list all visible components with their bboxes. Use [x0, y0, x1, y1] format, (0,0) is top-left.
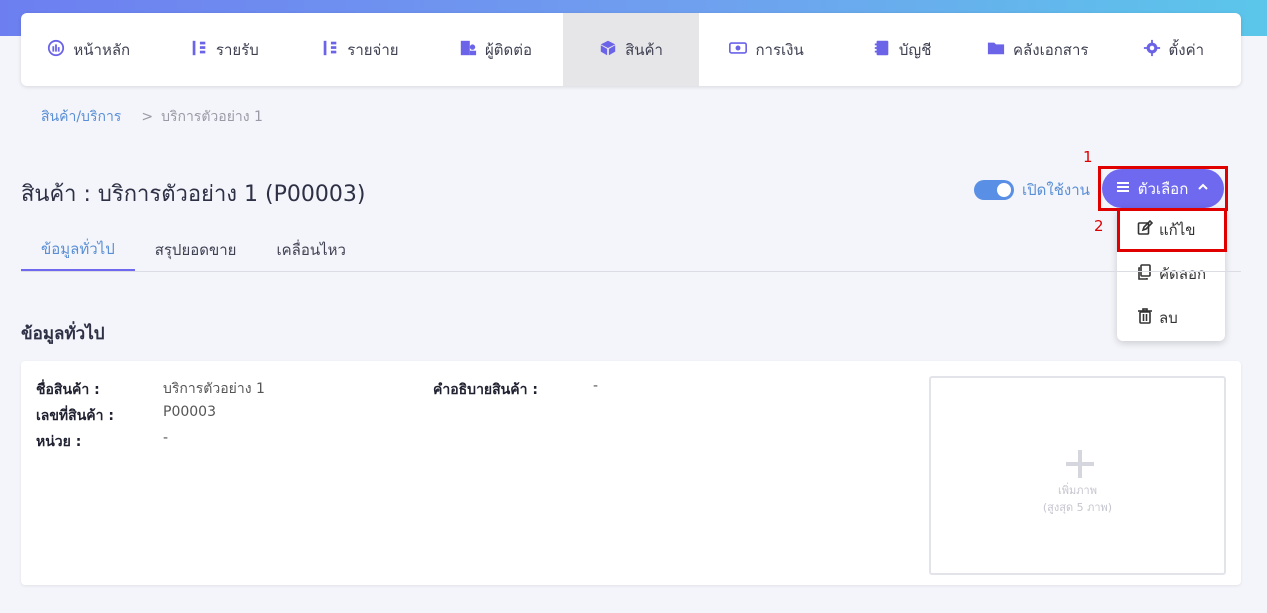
nav-label: รายจ่าย — [347, 40, 399, 59]
book-icon — [873, 39, 891, 61]
annotation-step-1: 1 — [1083, 148, 1093, 166]
breadcrumb: สินค้า/บริการ > บริการตัวอย่าง 1 — [41, 106, 263, 128]
money-icon — [729, 39, 748, 61]
main-navbar: หน้าหลัก รายรับ รายจ่าย ผู้ติดต่อ สินค้า… — [21, 13, 1241, 86]
breadcrumb-current: บริการตัวอย่าง 1 — [161, 109, 263, 125]
product-code-label: เลขที่สินค้า : — [36, 408, 114, 424]
dropdown-item-delete[interactable]: ลบ — [1117, 298, 1225, 338]
breadcrumb-separator: > — [141, 109, 154, 125]
product-description-label: คำอธิบายสินค้า : — [433, 382, 538, 398]
nav-label: การเงิน — [755, 40, 804, 59]
nav-item-dashboard[interactable]: หน้าหลัก — [21, 13, 157, 86]
nav-label: คลังเอกสาร — [1013, 40, 1089, 59]
options-button-label: ตัวเลือก — [1137, 179, 1189, 198]
add-image-limit: (สูงสุด 5 ภาพ) — [1042, 501, 1113, 514]
plus-icon — [1066, 450, 1094, 478]
income-icon — [190, 39, 208, 61]
active-toggle[interactable] — [974, 180, 1014, 200]
expense-icon — [321, 39, 339, 61]
product-unit-label: หน่วย : — [36, 434, 82, 450]
nav-item-documents[interactable]: คลังเอกสาร — [970, 13, 1106, 86]
contacts-icon — [459, 39, 477, 61]
dashboard-icon — [47, 39, 65, 61]
add-image-label: เพิ่มภาพ — [1058, 484, 1097, 497]
page-title: สินค้า : บริการตัวอย่าง 1 (P00003) — [21, 182, 366, 207]
nav-item-expense[interactable]: รายจ่าย — [292, 13, 428, 86]
folder-icon — [987, 39, 1005, 61]
active-toggle-group: เปิดใช้งาน — [974, 178, 1090, 202]
nav-item-contacts[interactable]: ผู้ติดต่อ — [428, 13, 564, 86]
nav-label: ผู้ติดต่อ — [484, 40, 532, 59]
chevron-up-icon — [1196, 180, 1210, 198]
trash-icon — [1137, 308, 1153, 328]
nav-item-settings[interactable]: ตั้งค่า — [1106, 13, 1242, 86]
product-details-card: ชื่อสินค้า : บริการตัวอย่าง 1 เลขที่สินค… — [21, 361, 1241, 585]
product-name-value: บริการตัวอย่าง 1 — [163, 381, 265, 397]
active-toggle-label: เปิดใช้งาน — [1022, 181, 1090, 199]
tab-sales-summary[interactable]: สรุปยอดขาย — [135, 228, 257, 271]
options-button[interactable]: ตัวเลือก — [1102, 169, 1224, 208]
dropdown-item-label: ลบ — [1159, 309, 1178, 327]
product-code-value: P00003 — [163, 404, 216, 420]
nav-item-accounting[interactable]: บัญชี — [834, 13, 970, 86]
product-name-label: ชื่อสินค้า : — [36, 382, 100, 398]
box-icon — [599, 39, 617, 61]
nav-item-finance[interactable]: การเงิน — [699, 13, 835, 86]
nav-label: รายรับ — [215, 40, 259, 59]
nav-label: ตั้งค่า — [1168, 40, 1205, 59]
menu-icon — [1116, 180, 1130, 198]
section-title: ข้อมูลทั่วไป — [21, 324, 105, 344]
add-image-dropzone[interactable]: เพิ่มภาพ (สูงสุด 5 ภาพ) — [929, 376, 1226, 575]
gear-icon — [1143, 39, 1161, 61]
tab-movements[interactable]: เคลื่อนไหว — [256, 228, 365, 271]
nav-item-income[interactable]: รายรับ — [157, 13, 293, 86]
tab-general-info[interactable]: ข้อมูลทั่วไป — [21, 228, 135, 271]
nav-label: สินค้า — [625, 40, 663, 59]
tab-bar: ข้อมูลทั่วไป สรุปยอดขาย เคลื่อนไหว — [21, 228, 1241, 272]
nav-label: บัญชี — [898, 40, 932, 59]
breadcrumb-link-products[interactable]: สินค้า/บริการ — [41, 106, 121, 128]
product-description-value: - — [593, 378, 599, 394]
nav-item-products[interactable]: สินค้า — [563, 13, 699, 86]
nav-label: หน้าหลัก — [73, 40, 131, 59]
product-unit-value: - — [163, 430, 169, 446]
